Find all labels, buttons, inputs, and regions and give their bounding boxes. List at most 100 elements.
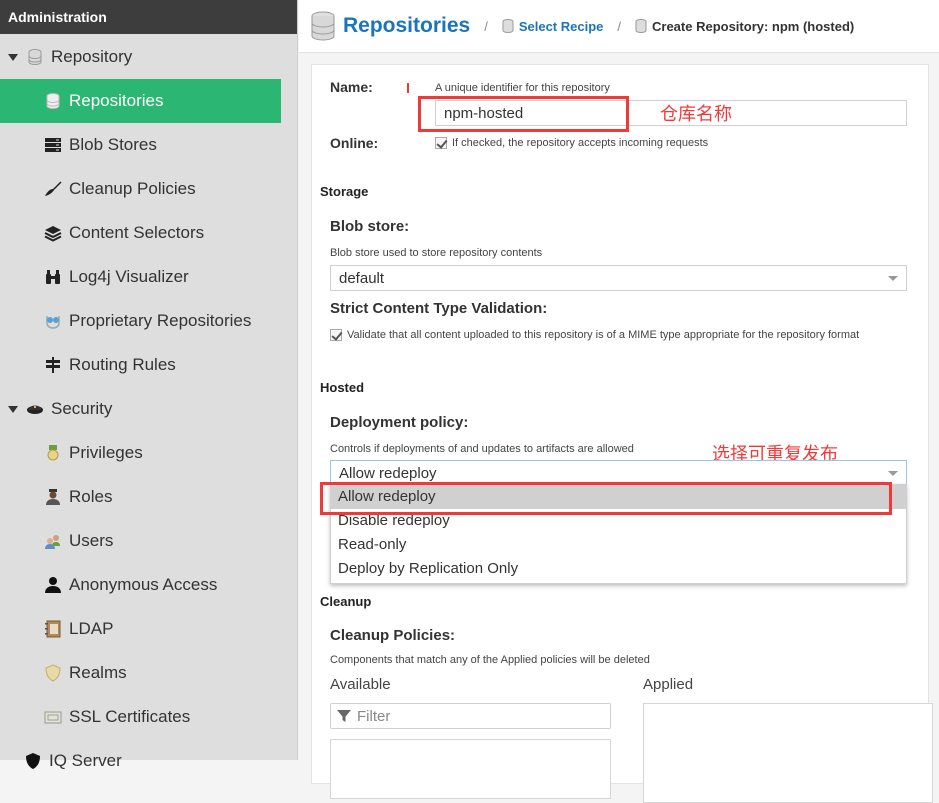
database-icon bbox=[502, 19, 514, 33]
breadcrumb-separator: / bbox=[484, 18, 488, 34]
blob-store-help: Blob store used to store repository cont… bbox=[330, 247, 543, 259]
caret-down-icon[interactable] bbox=[8, 53, 18, 61]
blob-store-select[interactable]: default bbox=[330, 265, 907, 291]
repositories-large-icon bbox=[311, 11, 335, 41]
deployment-policy-value: Allow redeploy bbox=[339, 465, 437, 482]
strict-validation-label: Strict Content Type Validation: bbox=[330, 300, 548, 317]
sidebar-item-blob-stores[interactable]: Blob Stores bbox=[0, 123, 281, 167]
officer-icon bbox=[44, 488, 62, 506]
blob-store-value: default bbox=[339, 270, 385, 287]
online-label: Online: bbox=[330, 135, 379, 151]
sidebar-item-label: Log4j Visualizer bbox=[69, 267, 189, 286]
sidebar-item-privileges[interactable]: Privileges bbox=[0, 431, 281, 475]
cleanup-policies-help: Components that match any of the Applied… bbox=[330, 654, 650, 666]
deployment-policy-label: Deployment policy: bbox=[330, 414, 469, 431]
dropdown-option[interactable]: Read-only bbox=[331, 533, 906, 557]
sidebar-item-label: Content Selectors bbox=[69, 223, 205, 242]
breadcrumb: Repositories / Select Recipe / Create Re… bbox=[299, 0, 939, 53]
breadcrumb-current: Create Repository: npm (hosted) bbox=[652, 18, 855, 34]
sidebar-item-label: Realms bbox=[69, 663, 127, 682]
sidebar-item-label: Cleanup Policies bbox=[69, 179, 196, 198]
sidebar-item-label: Anonymous Access bbox=[69, 575, 218, 594]
certificate-icon bbox=[44, 708, 62, 726]
sidebar-item-roles[interactable]: Roles bbox=[0, 475, 281, 519]
required-marker bbox=[407, 83, 409, 93]
layers-icon bbox=[44, 224, 62, 242]
caret-down-icon[interactable] bbox=[8, 405, 18, 413]
sidebar-item-routing-rules[interactable]: Routing Rules bbox=[0, 343, 281, 387]
chevron-down-icon[interactable] bbox=[888, 276, 898, 281]
strict-validation-help: Validate that all content uploaded to th… bbox=[347, 329, 860, 341]
medal-icon bbox=[44, 444, 62, 462]
sidebar-item-users[interactable]: Users bbox=[0, 519, 281, 563]
sidebar-item-ldap[interactable]: LDAP bbox=[0, 607, 281, 651]
sidebar-item-cleanup-policies[interactable]: Cleanup Policies bbox=[0, 167, 281, 211]
main-content: Repositories / Select Recipe / Create Re… bbox=[299, 0, 939, 803]
sidebar-item-label: Users bbox=[69, 531, 114, 550]
strict-validation-row: Validate that all content uploaded to th… bbox=[330, 329, 860, 342]
user-icon bbox=[44, 576, 62, 594]
create-repository-form: Name: A unique identifier for this repos… bbox=[311, 64, 933, 803]
breadcrumb-select-recipe-link[interactable]: Select Recipe bbox=[519, 19, 604, 34]
filter-icon bbox=[337, 709, 351, 723]
sidebar-item-log4j-visualizer[interactable]: Log4j Visualizer bbox=[0, 255, 281, 299]
sidebar-item-label: Privileges bbox=[69, 443, 143, 462]
applied-label: Applied bbox=[643, 676, 694, 693]
sidebar-item-ssl-certificates[interactable]: SSL Certificates bbox=[0, 695, 281, 739]
sidebar-item-label: Repository bbox=[51, 47, 133, 66]
dropdown-option[interactable]: Deploy by Replication Only bbox=[331, 557, 906, 581]
sidebar-item-label: Blob Stores bbox=[69, 135, 157, 154]
breadcrumb-title[interactable]: Repositories bbox=[343, 14, 470, 38]
strict-validation-checkbox[interactable] bbox=[330, 329, 342, 342]
annotation-box-policy bbox=[320, 482, 892, 515]
iq-shield-icon bbox=[24, 752, 42, 770]
police-cap-icon bbox=[26, 400, 44, 418]
sidebar-item-anonymous-access[interactable]: Anonymous Access bbox=[0, 563, 281, 607]
sidebar-item-label: Roles bbox=[69, 487, 113, 506]
database-icon bbox=[26, 48, 44, 66]
available-policies-list[interactable] bbox=[330, 739, 611, 799]
applied-policies-list[interactable] bbox=[643, 703, 933, 803]
database-icon bbox=[44, 92, 62, 110]
deployment-policy-help: Controls if deployments of and updates t… bbox=[330, 443, 634, 455]
sidebar-item-realms[interactable]: Realms bbox=[0, 651, 281, 695]
breadcrumb-separator: / bbox=[617, 18, 621, 34]
sidebar-item-label: Security bbox=[51, 399, 113, 418]
storage-section-title: Storage bbox=[320, 184, 369, 199]
sidebar-item-label: IQ Server bbox=[49, 751, 122, 770]
sidebar-group-repository[interactable]: Repository bbox=[0, 35, 281, 79]
address-book-icon bbox=[44, 620, 62, 638]
name-label: Name: bbox=[330, 79, 373, 95]
sidebar-item-proprietary-repositories[interactable]: Proprietary Repositories bbox=[0, 299, 281, 343]
broom-icon bbox=[44, 180, 62, 198]
users-icon bbox=[44, 532, 62, 550]
sidebar-item-label: LDAP bbox=[69, 619, 114, 638]
filter-placeholder: Filter bbox=[357, 707, 391, 725]
database-icon bbox=[635, 19, 647, 33]
online-checkbox[interactable] bbox=[435, 137, 447, 150]
hosted-section-title: Hosted bbox=[320, 380, 365, 395]
sidebar-item-content-selectors[interactable]: Content Selectors bbox=[0, 211, 281, 255]
cleanup-section-title: Cleanup bbox=[320, 594, 372, 609]
sidebar-item-label: SSL Certificates bbox=[69, 707, 191, 726]
sidebar-group-security[interactable]: Security bbox=[0, 387, 281, 431]
cleanup-policies-label: Cleanup Policies: bbox=[330, 627, 456, 644]
sidebar: Administration Repository Repositories B… bbox=[0, 0, 298, 770]
available-label: Available bbox=[330, 676, 391, 693]
chevron-down-icon[interactable] bbox=[888, 471, 898, 476]
annotation-name-note: 仓库名称 bbox=[660, 104, 732, 124]
sidebar-item-label: Proprietary Repositories bbox=[69, 311, 252, 330]
sidebar-group-iq-server[interactable]: IQ Server bbox=[0, 739, 281, 783]
online-help: If checked, the repository accepts incom… bbox=[452, 137, 709, 149]
sidebar-item-label: Routing Rules bbox=[69, 355, 176, 374]
proprietary-icon bbox=[44, 312, 62, 330]
available-filter-input[interactable]: Filter bbox=[330, 703, 611, 729]
blob-store-label: Blob store: bbox=[330, 218, 410, 235]
binoculars-icon bbox=[44, 268, 62, 286]
name-help: A unique identifier for this repository bbox=[435, 82, 610, 94]
server-stack-icon bbox=[44, 136, 62, 154]
signpost-icon bbox=[44, 356, 62, 374]
annotation-box-name bbox=[418, 96, 629, 132]
sidebar-item-repositories[interactable]: Repositories bbox=[0, 79, 281, 123]
sidebar-item-label: Repositories bbox=[69, 91, 164, 110]
